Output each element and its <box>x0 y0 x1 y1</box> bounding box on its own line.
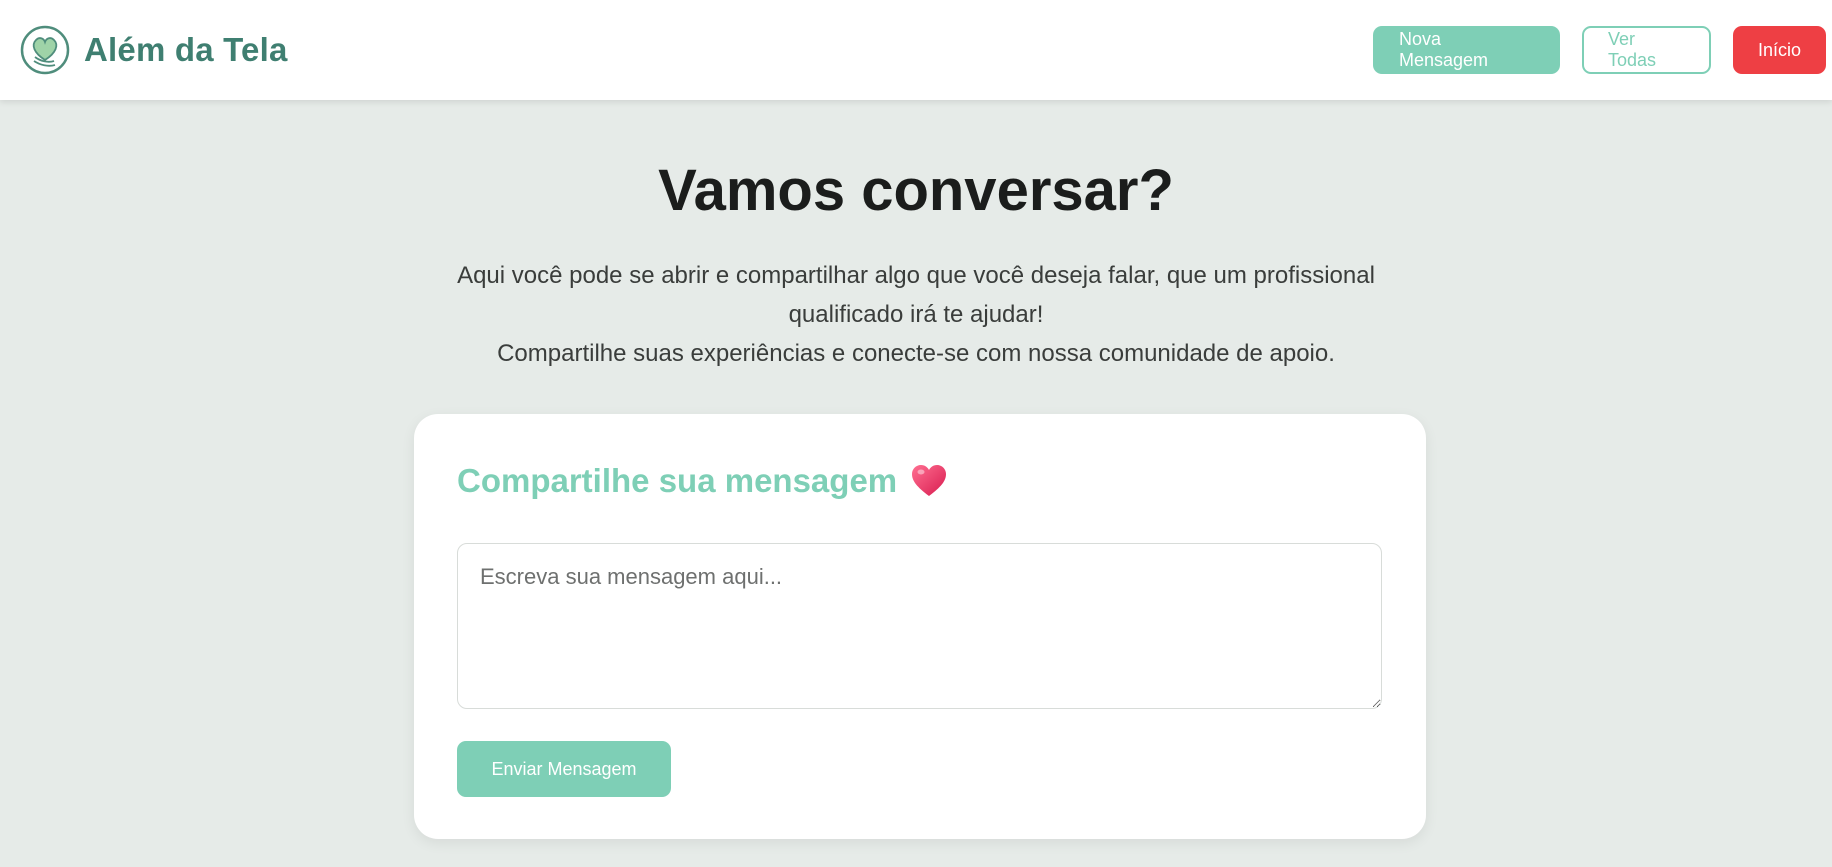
new-message-button[interactable]: Nova Mensagem <box>1373 26 1560 74</box>
hero-description: Aqui você pode se abrir e compartilhar a… <box>416 256 1416 373</box>
send-message-button[interactable]: Enviar Mensagem <box>457 741 671 797</box>
view-all-button[interactable]: Ver Todas <box>1582 26 1711 74</box>
form-title: Compartilhe sua mensagem <box>457 462 947 500</box>
form-title-text: Compartilhe sua mensagem <box>457 462 898 499</box>
home-button[interactable]: Início <box>1733 26 1826 74</box>
brand[interactable]: Além da Tela <box>20 25 288 75</box>
heart-head-logo-icon <box>20 25 70 75</box>
brand-name: Além da Tela <box>84 31 288 68</box>
message-textarea[interactable] <box>457 543 1382 709</box>
hero-description-line-2: Compartilhe suas experiências e conecte-… <box>497 340 1335 367</box>
main-content: Vamos conversar? Aqui você pode se abrir… <box>0 100 1832 867</box>
hero-description-line-1: Aqui você pode se abrir e compartilhar a… <box>457 262 1375 328</box>
top-navbar: Além da Tela Nova Mensagem Ver Todas Iní… <box>0 0 1832 100</box>
heart-icon <box>912 465 947 496</box>
header-nav: Nova Mensagem Ver Todas Início <box>1373 26 1826 74</box>
message-form-card: Compartilhe sua mensagem Enviar Mensagem <box>414 414 1426 839</box>
page-title: Vamos conversar? <box>658 158 1174 223</box>
